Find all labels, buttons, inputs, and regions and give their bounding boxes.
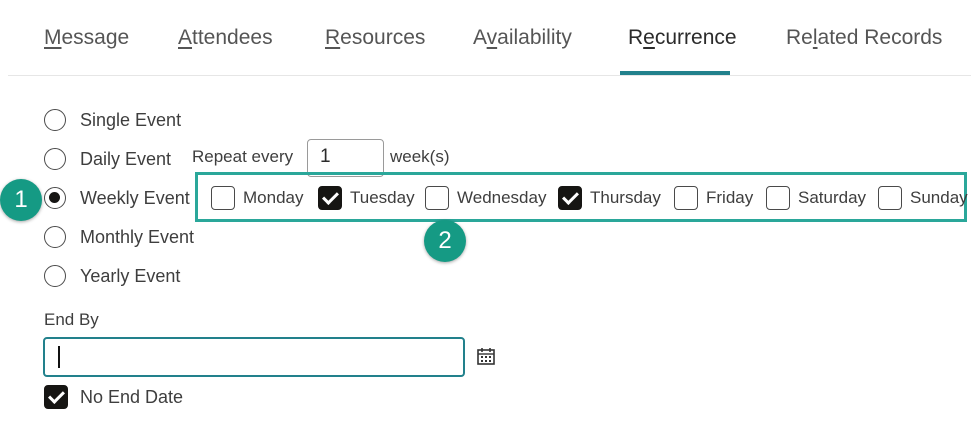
radio-button[interactable] [44, 148, 66, 170]
day-label: Saturday [798, 188, 867, 207]
radio-label: Weekly Event [80, 187, 190, 208]
radio-weekly-event[interactable]: Weekly Event [44, 185, 190, 211]
day-label: Monday [243, 188, 304, 207]
checkbox[interactable] [318, 186, 342, 210]
day-saturday[interactable]: Saturday [766, 186, 866, 210]
repeat-every-label: Repeat every [192, 147, 294, 166]
day-wednesday[interactable]: Wednesday [425, 186, 546, 210]
radio-button[interactable] [44, 187, 66, 209]
tab-resources[interactable]: Resources [325, 26, 425, 50]
day-monday[interactable]: Monday [211, 186, 303, 210]
radio-yearly-event[interactable]: Yearly Event [44, 263, 180, 289]
radio-button[interactable] [44, 265, 66, 287]
radio-monthly-event[interactable]: Monthly Event [44, 224, 194, 250]
day-thursday[interactable]: Thursday [558, 186, 661, 210]
radio-label: Yearly Event [80, 265, 181, 286]
radio-label: Single Event [80, 109, 182, 130]
day-label: Friday [706, 188, 754, 207]
callout-badge-2: 2 [424, 220, 466, 262]
checkbox[interactable] [766, 186, 790, 210]
radio-label: Daily Event [80, 148, 172, 169]
day-label: Tuesday [350, 188, 415, 207]
checkbox[interactable] [211, 186, 235, 210]
end-by-label: End By [44, 310, 99, 329]
day-label: Thursday [590, 188, 661, 207]
day-tuesday[interactable]: Tuesday [318, 186, 415, 210]
checkbox[interactable] [878, 186, 902, 210]
no-end-date-label: No End Date [80, 386, 184, 407]
checkbox[interactable] [425, 186, 449, 210]
callout-badge-1: 1 [0, 179, 42, 221]
calendar-icon[interactable] [476, 346, 496, 366]
tab-message[interactable]: Message [44, 26, 129, 50]
checkbox[interactable] [674, 186, 698, 210]
checkbox[interactable] [44, 385, 68, 409]
radio-daily-event[interactable]: Daily Event [44, 146, 171, 172]
radio-single-event[interactable]: Single Event [44, 107, 181, 133]
tab-attendees[interactable]: Attendees [178, 26, 273, 50]
checkbox[interactable] [558, 186, 582, 210]
tab-related-records[interactable]: Related Records [786, 26, 942, 50]
radio-button[interactable] [44, 109, 66, 131]
day-friday[interactable]: Friday [674, 186, 753, 210]
radio-label: Monthly Event [80, 226, 195, 247]
no-end-date-option[interactable]: No End Date [44, 385, 183, 409]
day-label: Sunday [910, 188, 968, 207]
active-tab-indicator [620, 71, 730, 75]
end-by-date-input[interactable] [43, 337, 465, 377]
radio-button[interactable] [44, 226, 66, 248]
text-cursor [58, 346, 60, 368]
day-label: Wednesday [457, 188, 547, 207]
tab-availability[interactable]: Availability [473, 26, 572, 50]
day-sunday[interactable]: Sunday [878, 186, 968, 210]
tab-recurrence[interactable]: Recurrence [628, 26, 737, 50]
repeat-unit-label: week(s) [390, 147, 450, 166]
